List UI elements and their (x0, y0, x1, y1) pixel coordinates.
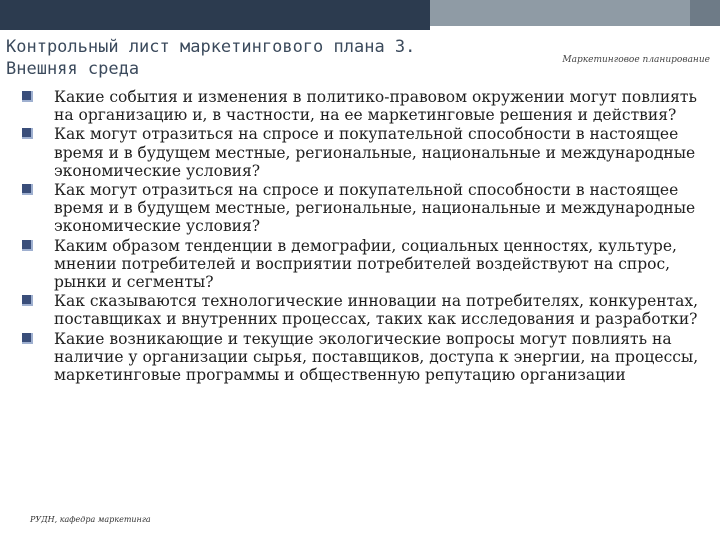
bullet-list: Какие события и изменения в политико-пра… (8, 88, 708, 385)
list-item: Как могут отразиться на спросе и покупат… (8, 125, 708, 180)
list-item-text: Каким образом тенденции в демографии, со… (54, 236, 677, 292)
top-band-accent (430, 0, 720, 26)
list-item-text: Какие возникающие и текущие экологически… (54, 329, 699, 385)
square-bullet-icon (22, 295, 33, 307)
list-item-text: Как могут отразиться на спросе и покупат… (54, 181, 696, 236)
slide-title-line2: Внешняя среда (6, 59, 140, 79)
square-bullet-icon (22, 332, 33, 344)
title-underline (0, 26, 430, 30)
slide-title: Контрольный лист маркетингового плана 3.… (6, 36, 426, 80)
slide-header-caption: Маркетинговое планирование (562, 55, 710, 65)
square-bullet-icon (22, 91, 33, 102)
square-bullet-icon (22, 128, 33, 140)
list-item: Какие возникающие и текущие экологически… (8, 330, 708, 385)
square-bullet-icon (22, 184, 33, 196)
slide-title-line1: Контрольный лист маркетингового плана 3. (6, 37, 416, 57)
list-item-text: Как могут отразиться на спросе и покупат… (54, 125, 696, 180)
list-item-text: Какие события и изменения в политико-пра… (54, 88, 697, 125)
list-item: Каким образом тенденции в демографии, со… (8, 237, 708, 292)
list-item: Как могут отразиться на спросе и покупат… (8, 181, 708, 236)
list-item: Какие события и изменения в политико-пра… (8, 88, 708, 124)
list-item: Как сказываются технологические инноваци… (8, 292, 708, 328)
list-item-text: Как сказываются технологические инноваци… (54, 292, 699, 329)
slide-footer: РУДН, кафедра маркетинга (30, 515, 151, 524)
square-bullet-icon (22, 239, 33, 251)
